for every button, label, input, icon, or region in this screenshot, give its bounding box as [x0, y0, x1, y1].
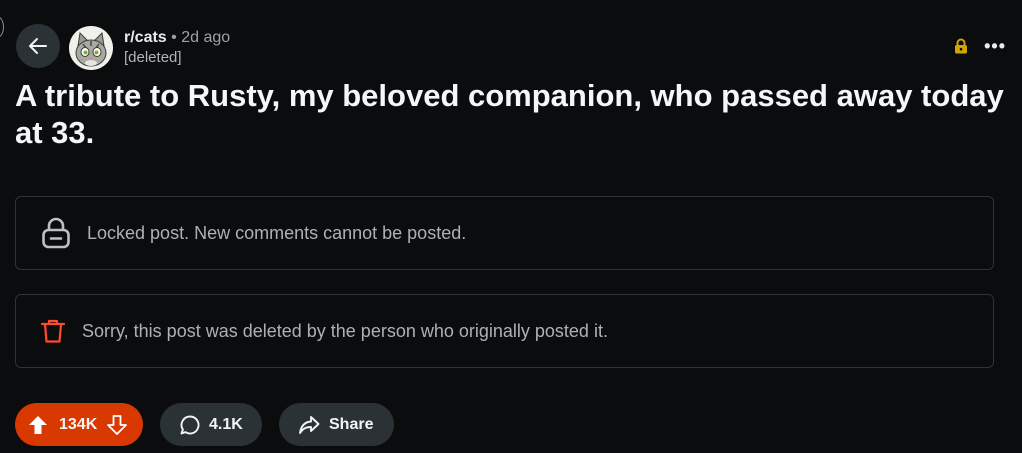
arrow-left-icon [29, 38, 47, 54]
lock-icon [40, 217, 72, 249]
comments-button[interactable]: 4.1K [160, 403, 262, 446]
share-button[interactable]: Share [279, 403, 394, 446]
downvote-icon[interactable] [106, 414, 128, 436]
subreddit-link[interactable]: r/cats [124, 29, 167, 46]
deleted-notice-text: Sorry, this post was deleted by the pers… [82, 320, 608, 341]
post-time: 2d ago [181, 29, 231, 46]
back-button[interactable] [16, 24, 60, 68]
locked-post-notice: Locked post. New comments cannot be post… [15, 196, 994, 270]
post-page: r/cats • 2d ago [deleted] ••• A tribute … [0, 0, 1022, 453]
vote-control: 134K [15, 403, 143, 446]
locked-notice-text: Locked post. New comments cannot be post… [87, 222, 467, 243]
lock-icon [955, 38, 968, 54]
share-icon [299, 415, 320, 434]
meta-separator: • [171, 29, 177, 46]
cat-avatar-icon [69, 26, 113, 70]
vote-count: 134K [59, 415, 98, 433]
post-author: [deleted] [124, 49, 182, 66]
trash-icon [38, 315, 68, 347]
more-horizontal-icon[interactable]: ••• [984, 37, 1006, 55]
post-meta: r/cats • 2d ago [deleted] [124, 28, 230, 68]
comment-icon [180, 415, 200, 434]
share-label: Share [329, 415, 374, 433]
post-title: A tribute to Rusty, my beloved companion… [15, 78, 1004, 150]
comment-count: 4.1K [209, 415, 243, 433]
header-actions: ••• [954, 37, 1006, 55]
subreddit-avatar[interactable] [69, 26, 113, 70]
post-actions-bar: 134K 4.1K Share [15, 403, 394, 446]
deleted-post-notice: Sorry, this post was deleted by the pers… [15, 294, 994, 368]
edge-fragment [0, 16, 4, 38]
upvote-icon[interactable] [27, 414, 49, 436]
post-header: r/cats • 2d ago [deleted] ••• [16, 24, 1006, 72]
